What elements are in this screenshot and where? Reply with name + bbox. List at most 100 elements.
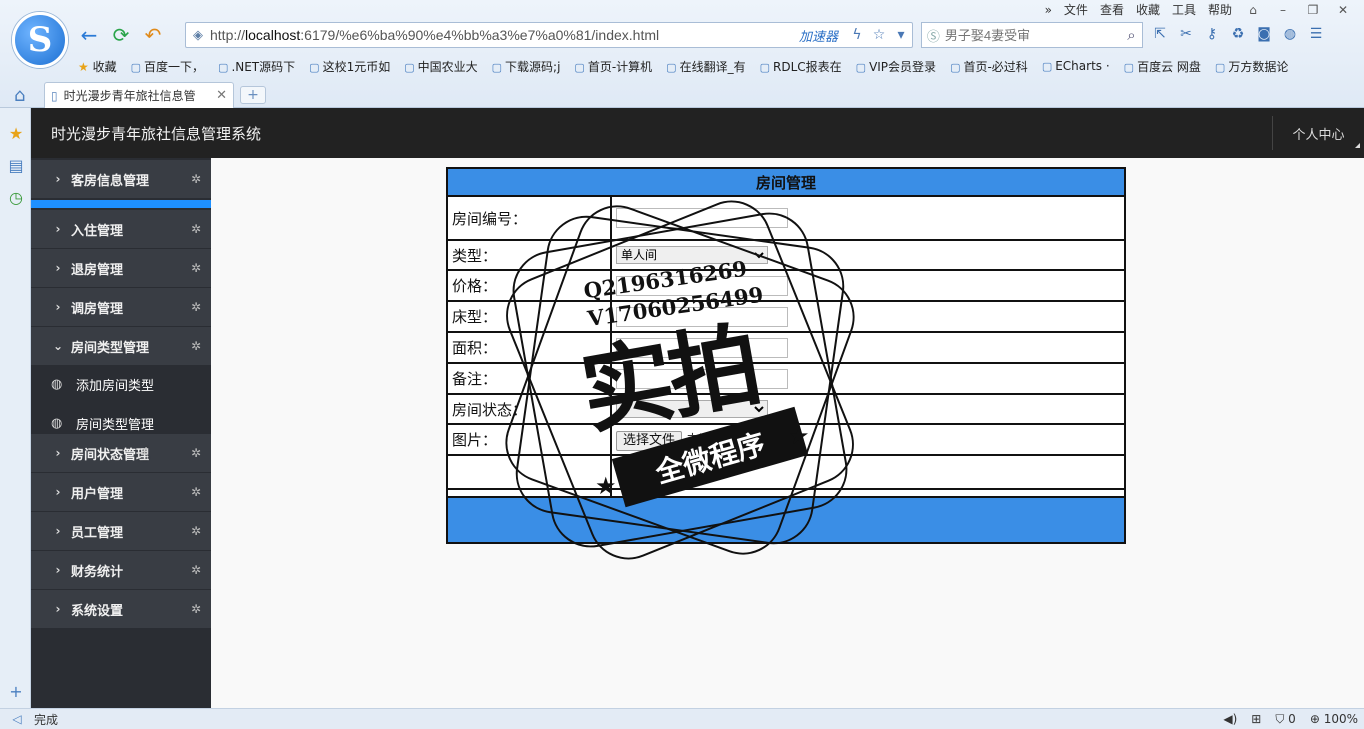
add-panel-icon[interactable]: +	[6, 682, 26, 701]
bookmark-item[interactable]: 首页-必过科	[950, 58, 1027, 75]
screenshot-icon[interactable]: ◙	[1254, 24, 1274, 44]
choose-file-button[interactable]: 选择文件	[616, 430, 683, 451]
bookmark-item[interactable]: 百度一下，	[131, 58, 204, 75]
remark-input[interactable]	[616, 368, 788, 389]
tab-title: 时光漫步青年旅社信息管	[63, 89, 196, 103]
bookmark-favorites[interactable]: ★ 收藏	[78, 58, 117, 75]
empty-cell	[446, 454, 612, 490]
favorites-star-icon[interactable]: ★	[6, 124, 26, 143]
chat-icon[interactable]: ◍	[1280, 24, 1300, 44]
file-status-text: 未选择文件	[686, 432, 752, 448]
sidebar-item-settings[interactable]: › 系统设置 ✲	[31, 590, 211, 628]
chevron-right-icon: ›	[55, 172, 61, 186]
star-icon[interactable]: ☆	[868, 27, 890, 43]
menu-help[interactable]: 帮助	[1208, 1, 1232, 18]
search-input[interactable]	[944, 27, 1121, 43]
bookmark-item[interactable]: 万方数据论	[1215, 58, 1288, 75]
bookmark-item[interactable]: RDLC报表在	[760, 58, 842, 75]
area-input[interactable]	[616, 337, 788, 358]
remark-label: 备注：	[446, 362, 612, 395]
status-bar: ◁ 完成 ◀) ⊞ ⛉ 0 ⊕ 100%	[0, 708, 1364, 729]
sidebar-item-checkout[interactable]: › 退房管理 ✲	[31, 249, 211, 287]
search-icon[interactable]: ⌕	[1121, 26, 1142, 44]
bookmark-item[interactable]: 中国农业大	[404, 58, 478, 75]
home-icon[interactable]: ⌂	[14, 85, 25, 106]
menu-overflow-icon[interactable]: »	[1045, 3, 1052, 17]
sidebar-item-users[interactable]: › 用户管理 ✲	[31, 473, 211, 511]
menu-tools[interactable]: 工具	[1172, 1, 1196, 18]
back-arrow-icon[interactable]: ←	[76, 22, 102, 48]
address-bar[interactable]: ◈ http://localhost:6179/%e6%ba%90%e4%bb%…	[185, 22, 913, 48]
download-icon[interactable]: ⊞	[1251, 712, 1261, 726]
bookmark-item[interactable]: 百度云 网盘	[1124, 58, 1201, 75]
new-tab-button[interactable]: +	[240, 86, 266, 104]
gear-icon: ✲	[190, 524, 202, 538]
search-engine-icon[interactable]: Ⓢ	[922, 26, 945, 45]
refresh-icon[interactable]: ⟳	[108, 22, 134, 48]
sidebar-item-label: 调房管理	[71, 301, 124, 317]
bookmark-item[interactable]: VIP会员登录	[856, 58, 936, 75]
sidebar-item-checkin[interactable]: › 入住管理 ✲	[31, 210, 211, 248]
user-center-button[interactable]: 个人中心	[1272, 116, 1364, 150]
menu-favorites[interactable]: 收藏	[1136, 1, 1160, 18]
sidebar-item-label: 财务统计	[71, 564, 124, 580]
bookmark-item[interactable]: 首页-计算机	[574, 58, 652, 75]
chevron-right-icon: ›	[55, 602, 61, 616]
cleaner-icon[interactable]: ♻	[1228, 24, 1248, 44]
sidebar-item-room-status[interactable]: › 房间状态管理 ✲	[31, 434, 211, 472]
menu-file[interactable]: 文件	[1064, 1, 1088, 18]
history-clock-icon[interactable]: ◷	[6, 188, 26, 207]
app-title: 时光漫步青年旅社信息管理系统	[51, 125, 262, 143]
chevron-right-icon: ›	[55, 261, 61, 275]
minimize-icon[interactable]: –	[1274, 3, 1292, 17]
extension-icon[interactable]: ⇱	[1150, 24, 1170, 44]
gear-icon: ✲	[190, 563, 202, 577]
zoom-control[interactable]: ⊕ 100%	[1310, 712, 1358, 726]
sound-icon[interactable]: ◀)	[1223, 712, 1237, 726]
close-window-icon[interactable]: ✕	[1334, 3, 1352, 17]
sidebar-item-staff[interactable]: › 员工管理 ✲	[31, 512, 211, 550]
status-select[interactable]	[616, 400, 768, 418]
sidebar-subitem-add-room-type[interactable]: ◍ 添加房间类型	[31, 369, 211, 399]
address-url[interactable]: http://localhost:6179/%e6%ba%90%e4%bb%a3…	[210, 27, 799, 43]
zoom-level: 100%	[1323, 712, 1358, 726]
bookmark-item[interactable]: ECharts ·	[1042, 59, 1109, 73]
price-input[interactable]	[616, 275, 788, 296]
chevron-down-icon[interactable]: ▾	[890, 27, 912, 43]
skin-icon[interactable]: ⌂	[1244, 3, 1262, 17]
tab-active[interactable]: ▯ 时光漫步青年旅社信息管 ✕	[44, 82, 234, 108]
undo-icon[interactable]: ↶	[140, 22, 166, 48]
adblock-icon[interactable]: ⛉ 0	[1275, 712, 1295, 727]
sidebar-item-room-type[interactable]: ⌄ 房间类型管理 ✲	[31, 327, 211, 365]
lightning-icon[interactable]: ϟ	[846, 27, 868, 43]
more-icon[interactable]: ☰	[1306, 24, 1326, 44]
sidebar-subitem-label: 房间类型管理	[76, 417, 155, 433]
bookmark-item[interactable]: .NET源码下	[218, 58, 295, 75]
sidebar-item-label: 退房管理	[71, 262, 124, 278]
sidebar-item-label: 房间类型管理	[71, 340, 150, 356]
sidebar-item-room-info[interactable]: › 客房信息管理 ✲	[31, 160, 211, 198]
chevron-right-icon: ›	[55, 485, 61, 499]
sidebar-item-finance[interactable]: › 财务统计 ✲	[31, 551, 211, 589]
accelerator-label[interactable]: 加速器	[799, 26, 838, 45]
sidebar-item-room-change[interactable]: › 调房管理 ✲	[31, 288, 211, 326]
globe-icon: ◍	[51, 376, 63, 392]
reader-icon[interactable]: ▤	[6, 156, 26, 175]
type-select[interactable]: 单人间	[616, 246, 768, 264]
bed-input[interactable]	[616, 306, 788, 327]
tab-close-icon[interactable]: ✕	[216, 88, 227, 103]
gear-icon: ✲	[190, 261, 202, 275]
bookmark-item[interactable]: 下载源码;j	[492, 58, 560, 75]
globe-icon: ◍	[51, 415, 63, 431]
restore-icon[interactable]: ❐	[1304, 3, 1322, 17]
bookmark-item[interactable]: 这校1元币如	[309, 58, 391, 75]
scissors-icon[interactable]: ✂	[1176, 24, 1196, 44]
room-no-input[interactable]	[616, 208, 788, 228]
key-icon[interactable]: ⚷	[1202, 24, 1222, 44]
sidebar-item-label: 房间状态管理	[71, 447, 150, 463]
sidebar-item-label: 员工管理	[71, 525, 124, 541]
search-box[interactable]: Ⓢ ⌕	[921, 22, 1143, 48]
bookmark-item[interactable]: 在线翻译_有	[666, 58, 746, 75]
panel-toggle-icon[interactable]: ◁	[0, 712, 34, 726]
menu-view[interactable]: 查看	[1100, 1, 1124, 18]
